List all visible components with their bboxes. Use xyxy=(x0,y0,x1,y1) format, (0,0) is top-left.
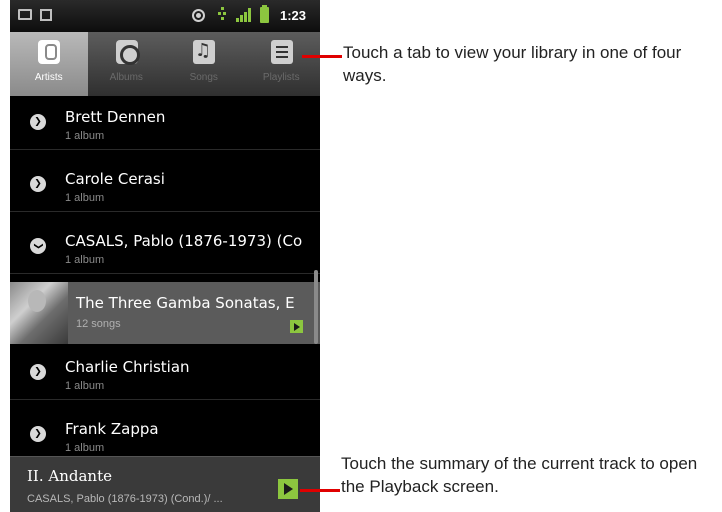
tab-label: Artists xyxy=(34,72,63,83)
signal-icon xyxy=(236,8,252,22)
callout-now-playing: Touch the summary of the current track t… xyxy=(341,454,698,496)
album-count: 1 album xyxy=(65,442,105,454)
callout-tabs: Touch a tab to view your library in one … xyxy=(343,43,682,85)
tab-playlists[interactable]: Playlists xyxy=(243,32,321,96)
microphone-icon xyxy=(38,40,60,64)
chevron-right-icon[interactable]: ❯ xyxy=(30,114,46,130)
list-item[interactable]: ❯ CASALS, Pablo (1876-1973) (Co 1 album xyxy=(10,220,320,274)
artist-name: Frank Zappa xyxy=(65,420,159,438)
screenshot-icon xyxy=(40,9,52,21)
play-icon[interactable] xyxy=(278,479,298,499)
album-count: 1 album xyxy=(65,130,105,142)
album-title: The Three Gamba Sonatas, E xyxy=(76,294,295,312)
gps-icon xyxy=(192,9,205,22)
list-item[interactable]: ❯ Carole Cerasi 1 album xyxy=(10,158,320,212)
usb-icon xyxy=(218,7,226,23)
list-item[interactable]: ❯ Brett Dennen 1 album xyxy=(10,96,320,150)
playlist-icon xyxy=(270,40,293,64)
scrollbar[interactable] xyxy=(314,270,318,344)
artist-list: ❯ Brett Dennen 1 album ❯ Carole Cerasi 1… xyxy=(10,96,320,462)
track-artist: CASALS, Pablo (1876-1973) (Cond.)/ ... xyxy=(27,493,223,505)
artist-name: Brett Dennen xyxy=(65,108,166,126)
chevron-down-icon[interactable]: ❯ xyxy=(30,238,46,254)
music-note-icon xyxy=(193,40,215,64)
chevron-right-icon[interactable]: ❯ xyxy=(30,176,46,192)
song-count: 12 songs xyxy=(76,318,121,330)
tab-albums[interactable]: Albums xyxy=(88,32,166,96)
now-playing-bar[interactable]: II. Andante CASALS, Pablo (1876-1973) (C… xyxy=(10,456,320,512)
callout-line-now-playing xyxy=(300,489,340,492)
album-icon xyxy=(115,40,140,65)
battery-icon xyxy=(260,5,269,23)
album-count: 1 album xyxy=(65,254,105,266)
artist-name: CASALS, Pablo (1876-1973) (Co xyxy=(65,232,303,250)
album-item[interactable]: The Three Gamba Sonatas, E 12 songs xyxy=(10,282,320,344)
chevron-right-icon[interactable]: ❯ xyxy=(30,426,46,442)
play-icon[interactable] xyxy=(290,320,303,333)
album-count: 1 album xyxy=(65,192,105,204)
list-item[interactable]: ❯ Charlie Christian 1 album xyxy=(10,346,320,400)
status-bar: 1:23 xyxy=(10,0,320,32)
tab-label: Albums xyxy=(109,72,143,83)
tab-songs[interactable]: Songs xyxy=(165,32,243,96)
list-item[interactable]: ❯ Frank Zappa 1 album xyxy=(10,408,320,462)
notification-icon xyxy=(18,9,32,20)
tab-label: Playlists xyxy=(262,72,300,83)
callout-line-tabs xyxy=(302,55,342,58)
track-title: II. Andante xyxy=(27,467,112,485)
phone-screen: 1:23 Artists Albums Songs Playlists ❯ Br… xyxy=(10,0,320,512)
tab-bar: Artists Albums Songs Playlists xyxy=(10,32,320,96)
tab-artists[interactable]: Artists xyxy=(10,32,88,96)
album-art xyxy=(10,282,68,344)
artist-name: Carole Cerasi xyxy=(65,170,165,188)
artist-name: Charlie Christian xyxy=(65,358,190,376)
album-count: 1 album xyxy=(65,380,105,392)
tab-label: Songs xyxy=(189,72,218,83)
clock: 1:23 xyxy=(280,8,307,23)
chevron-right-icon[interactable]: ❯ xyxy=(30,364,46,380)
